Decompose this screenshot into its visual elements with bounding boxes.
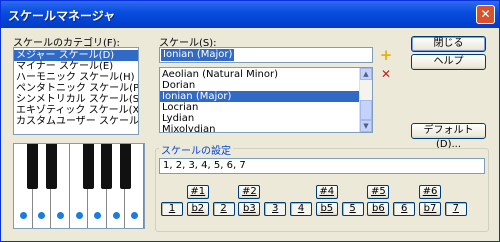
degree-button-b7[interactable]: b7	[419, 202, 441, 216]
title-bar[interactable]: スケールマネージャ ✕	[1, 1, 499, 28]
scale-note-dot	[75, 212, 83, 219]
degree-button-b5[interactable]: b5	[315, 202, 338, 216]
black-key	[82, 144, 94, 190]
scale-item[interactable]: Mixolydian	[160, 124, 360, 132]
add-scale-icon[interactable]: +	[379, 48, 393, 63]
category-item[interactable]: ペンタトニック スケール(P)	[14, 83, 138, 94]
scale-note-dot	[56, 212, 64, 219]
category-item[interactable]: マイナー スケール(E)	[14, 61, 138, 72]
category-item[interactable]: エキゾティック スケール(X)	[14, 105, 138, 116]
delete-scale-icon[interactable]: ✕	[379, 67, 393, 81]
category-item[interactable]: メジャー スケール(D)	[14, 50, 138, 61]
scale-item[interactable]: Locrian	[160, 102, 360, 113]
window-title: スケールマネージャ	[8, 9, 116, 23]
scroll-up-arrow-icon[interactable]: ▲	[360, 68, 372, 80]
scale-name-input[interactable]: Ionian (Major)	[159, 47, 373, 63]
degree-button-b3[interactable]: b3	[238, 202, 261, 216]
scale-note-dot	[94, 212, 102, 219]
scale-listbox[interactable]: Aeolian (Natural Minor) Dorian Ionian (Maj…	[159, 67, 373, 133]
scale-settings-title: スケールの設定	[159, 142, 233, 157]
scale-name-value: Ionian (Major)	[161, 49, 235, 61]
help-button[interactable]: ヘルプ	[411, 54, 486, 70]
scale-manager-window: スケールマネージャ ✕ スケールのカテゴリ(F): メジャー スケール(D) マイ…	[0, 0, 500, 242]
sharp-button-5[interactable]: #5	[367, 185, 390, 199]
sharp-button-6[interactable]: #6	[419, 185, 441, 199]
scale-item[interactable]: Lydian	[160, 113, 360, 124]
black-key	[27, 144, 39, 190]
degree-button-4[interactable]: 4	[290, 202, 312, 216]
degree-button-b2[interactable]: b2	[186, 202, 209, 216]
degree-button-3[interactable]: 3	[264, 202, 287, 216]
close-button[interactable]: 閉じる	[411, 36, 486, 52]
black-key	[45, 144, 57, 190]
scale-note-dot	[112, 212, 120, 219]
scale-item[interactable]: Ionian (Major)	[160, 91, 360, 102]
close-window-button[interactable]: ✕	[476, 5, 495, 24]
black-key	[101, 144, 113, 190]
degree-button-7[interactable]: 7	[444, 202, 467, 216]
scale-formula-field[interactable]: 1, 2, 3, 4, 5, 6, 7	[159, 158, 485, 174]
sharp-button-1[interactable]: #1	[186, 185, 209, 199]
scale-list-scrollbar[interactable]: ▲ ▼	[359, 68, 372, 132]
black-key	[119, 144, 131, 190]
default-button[interactable]: デフォルト(D)...	[411, 123, 486, 150]
category-item[interactable]: ハーモニック スケール(H)	[14, 72, 138, 83]
degree-button-1[interactable]: 1	[161, 202, 183, 216]
piano-keyboard	[13, 143, 145, 229]
scale-note-dot	[19, 212, 27, 219]
category-item[interactable]: シンメトリカル スケール(S)	[14, 94, 138, 105]
scale-item[interactable]: Aeolian (Natural Minor)	[160, 69, 360, 80]
category-item[interactable]: カスタムユーザー スケール(U)	[14, 116, 138, 127]
degree-button-2[interactable]: 2	[212, 202, 235, 216]
degree-button-6[interactable]: 6	[393, 202, 416, 216]
degree-button-b6[interactable]: b6	[367, 202, 390, 216]
sharp-button-2[interactable]: #2	[238, 185, 261, 199]
scroll-thumb[interactable]	[360, 100, 372, 120]
scroll-down-arrow-icon[interactable]: ▼	[360, 120, 372, 132]
sharp-button-4[interactable]: #4	[315, 185, 338, 199]
scale-item[interactable]: Dorian	[160, 80, 360, 91]
category-listbox[interactable]: メジャー スケール(D) マイナー スケール(E) ハーモニック スケール(H) ペン…	[13, 47, 139, 135]
degree-button-5[interactable]: 5	[341, 202, 364, 216]
